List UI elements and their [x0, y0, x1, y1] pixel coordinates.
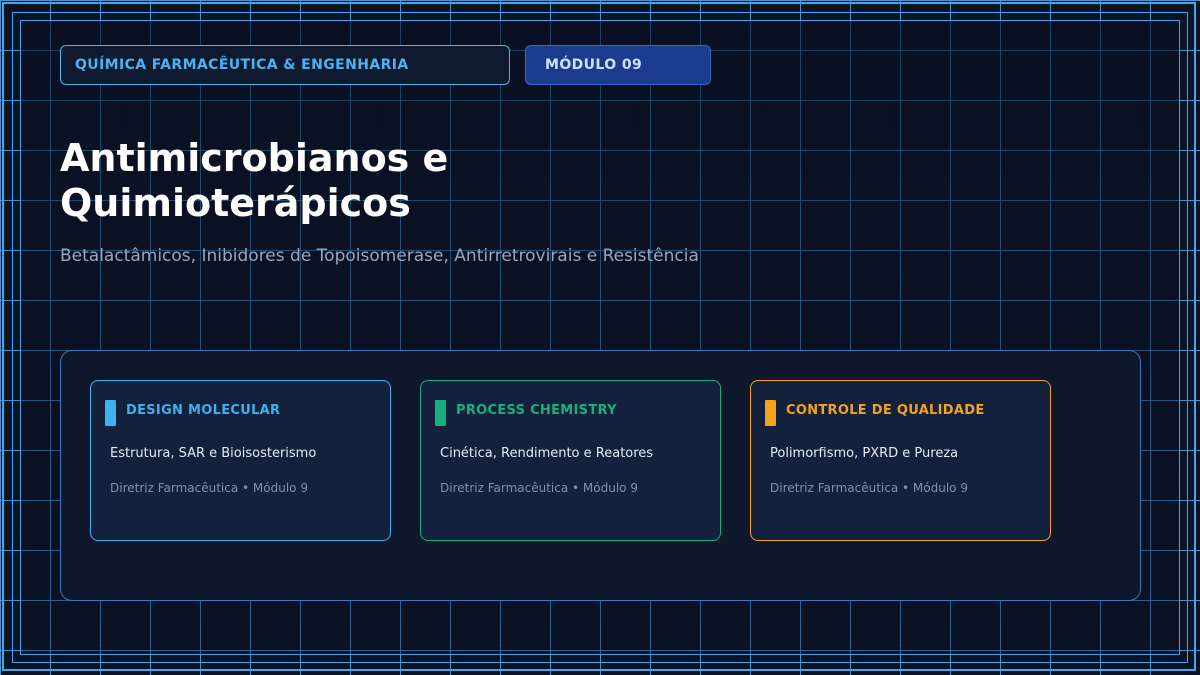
card-description: Cinética, Rendimento e Reatores: [440, 446, 654, 461]
card-footer: Diretriz Farmacêutica • Módulo 9: [440, 481, 638, 495]
card-accent-bar: [105, 400, 116, 426]
card-title: CONTROLE DE QUALIDADE: [786, 403, 985, 418]
card-footer: Diretriz Farmacêutica • Módulo 9: [770, 481, 968, 495]
page-title-line-1: Antimicrobianos e: [60, 136, 449, 180]
page-subtitle: Betalactâmicos, Inibidores de Topoisomer…: [60, 246, 699, 266]
card-accent-bar: [765, 400, 776, 426]
module-tag: MÓDULO 09: [525, 45, 711, 85]
card-controle-de-qualidade: CONTROLE DE QUALIDADE Polimorfismo, PXRD…: [750, 380, 1051, 541]
card-description: Estrutura, SAR e Bioisosterismo: [110, 446, 317, 461]
page-title: Antimicrobianos e Quimioterápicos: [60, 136, 580, 226]
card-accent-bar: [435, 400, 446, 426]
card-design-molecular: DESIGN MOLECULAR Estrutura, SAR e Bioiso…: [90, 380, 391, 541]
category-tag: QUÍMICA FARMACÊUTICA & ENGENHARIA: [60, 45, 510, 85]
card-footer: Diretriz Farmacêutica • Módulo 9: [110, 481, 308, 495]
card-title: PROCESS CHEMISTRY: [456, 403, 617, 418]
card-description: Polimorfismo, PXRD e Pureza: [770, 446, 959, 461]
card-title: DESIGN MOLECULAR: [126, 403, 281, 418]
page-title-line-2: Quimioterápicos: [60, 181, 411, 225]
card-process-chemistry: PROCESS CHEMISTRY Cinética, Rendimento e…: [420, 380, 721, 541]
